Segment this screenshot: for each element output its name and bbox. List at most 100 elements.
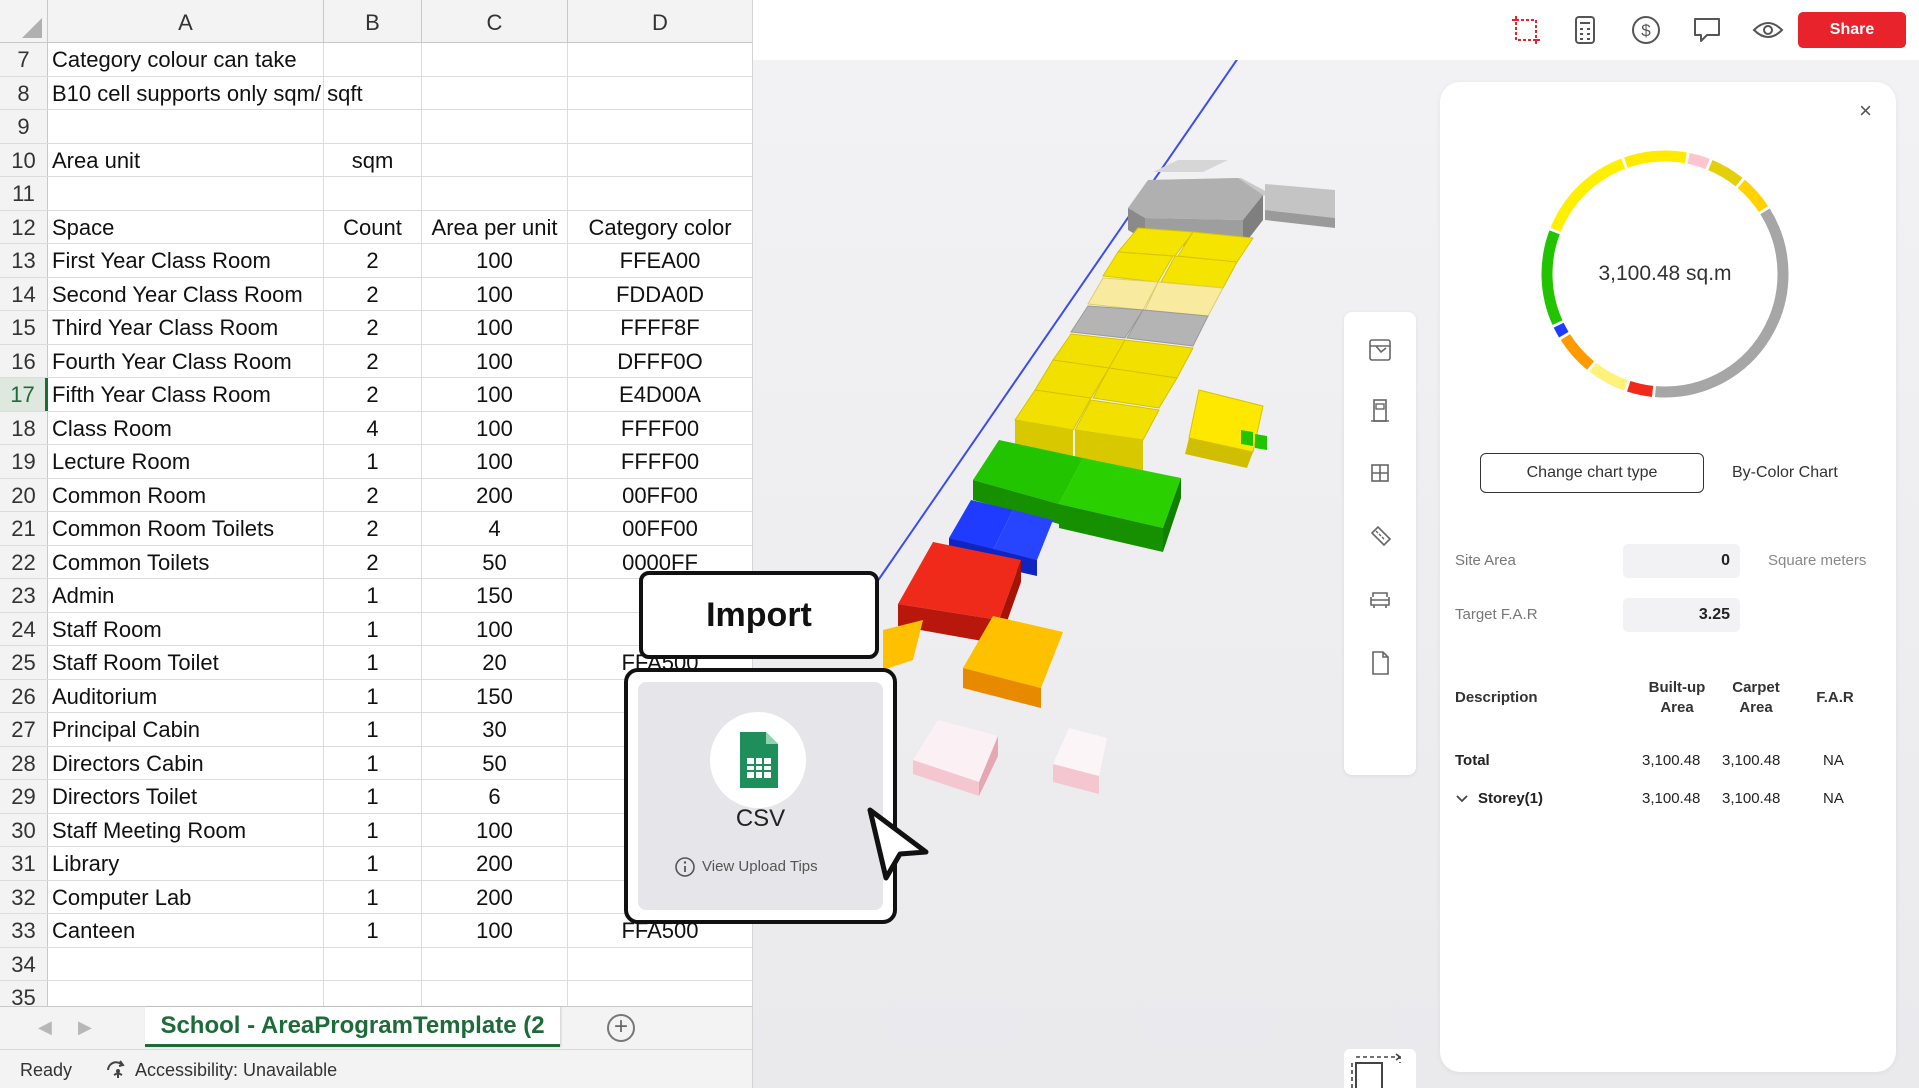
cell-d[interactable]: Category color — [568, 211, 752, 244]
cell-c[interactable]: 20 — [422, 646, 568, 679]
cell-b[interactable]: 1 — [324, 713, 422, 746]
row-number[interactable]: 31 — [0, 847, 48, 880]
door-icon[interactable] — [1367, 398, 1393, 424]
select-all-corner[interactable] — [0, 0, 48, 43]
view-upload-tips-link[interactable]: View Upload Tips — [702, 858, 818, 875]
cell-b[interactable]: sqm — [324, 143, 422, 176]
row-number[interactable]: 26 — [0, 679, 48, 712]
cell-c[interactable]: 200 — [422, 478, 568, 511]
row-number[interactable]: 20 — [0, 478, 48, 511]
cell-b[interactable] — [324, 76, 422, 109]
cell-a[interactable]: Staff Meeting Room — [48, 813, 324, 846]
cell-b[interactable]: 1 — [324, 813, 422, 846]
cell-d[interactable] — [568, 43, 752, 76]
cell-b[interactable]: 2 — [324, 311, 422, 344]
row-number[interactable]: 9 — [0, 110, 48, 143]
cell-a[interactable]: Common Room Toilets — [48, 512, 324, 545]
cell-d[interactable]: FFFF00 — [568, 445, 752, 478]
cell-d[interactable]: FFEA00 — [568, 244, 752, 277]
cell-b[interactable]: Count — [324, 210, 422, 243]
cell-a[interactable]: First Year Class Room — [48, 244, 324, 277]
cell-a[interactable]: Auditorium — [48, 679, 324, 712]
donut-segment[interactable] — [1708, 159, 1743, 187]
row-number[interactable]: 15 — [0, 311, 48, 344]
cell-c[interactable]: Area per unit — [422, 210, 568, 243]
cell-c[interactable]: 50 — [422, 545, 568, 578]
donut-segment[interactable] — [1687, 153, 1710, 170]
cell-a[interactable]: Admin — [48, 579, 324, 612]
calculator-icon[interactable] — [1569, 14, 1601, 46]
cell-a[interactable]: Second Year Class Room — [48, 277, 324, 310]
status-accessibility-text[interactable]: Accessibility: Unavailable — [135, 1060, 337, 1081]
cell-c[interactable]: 100 — [422, 344, 568, 377]
cell-b[interactable] — [324, 177, 422, 210]
row-number[interactable]: 27 — [0, 713, 48, 746]
cell-a[interactable]: Staff Room Toilet — [48, 646, 324, 679]
cell-c[interactable]: 100 — [422, 813, 568, 846]
cell-c[interactable]: 100 — [422, 244, 568, 277]
cell-a[interactable] — [48, 947, 324, 980]
cell-a[interactable]: Category colour can take — [48, 43, 324, 76]
cell-c[interactable]: 150 — [422, 579, 568, 612]
measure-icon[interactable] — [1367, 524, 1393, 550]
box-icon[interactable] — [1367, 337, 1393, 363]
import-csv-card[interactable]: CSV View Upload Tips — [638, 682, 883, 910]
row-number[interactable]: 13 — [0, 244, 48, 277]
cell-a[interactable] — [48, 177, 324, 210]
cell-d[interactable]: 00FF00 — [568, 512, 752, 545]
cell-d[interactable]: FFFF00 — [568, 412, 752, 445]
cell-b[interactable]: 1 — [324, 847, 422, 880]
cell-b[interactable]: 2 — [324, 512, 422, 545]
cell-a[interactable] — [48, 110, 324, 143]
cell-c[interactable]: 100 — [422, 612, 568, 645]
accessibility-icon[interactable] — [104, 1058, 130, 1080]
cell-c[interactable]: 100 — [422, 914, 568, 947]
donut-segment[interactable] — [1553, 322, 1569, 338]
cell-a[interactable]: Directors Cabin — [48, 746, 324, 779]
cell-a[interactable]: Library — [48, 847, 324, 880]
cell-b[interactable]: 1 — [324, 880, 422, 913]
donut-segment[interactable] — [1589, 362, 1628, 391]
donut-segment[interactable] — [1560, 334, 1595, 370]
cell-b[interactable]: 1 — [324, 445, 422, 478]
site-area-input[interactable]: 0 — [1623, 544, 1740, 578]
cell-b[interactable]: 2 — [324, 378, 422, 411]
donut-segment[interactable] — [1737, 179, 1769, 213]
row-number[interactable]: 30 — [0, 813, 48, 846]
cell-a[interactable]: Computer Lab — [48, 880, 324, 913]
cell-a[interactable]: B10 cell supports only sqm/ sqft — [48, 76, 363, 109]
by-color-chart-label[interactable]: By-Color Chart — [1732, 464, 1838, 482]
cell-b[interactable] — [324, 43, 422, 76]
row-number[interactable]: 8 — [0, 76, 48, 109]
row-number[interactable]: 33 — [0, 914, 48, 947]
eye-icon[interactable] — [1752, 14, 1784, 46]
cell-b[interactable]: 1 — [324, 612, 422, 645]
cell-d[interactable] — [568, 948, 752, 981]
cell-c[interactable]: 30 — [422, 713, 568, 746]
cell-c[interactable] — [422, 76, 568, 109]
cell-d[interactable]: E4D00A — [568, 378, 752, 411]
cell-a[interactable]: Common Room — [48, 478, 324, 511]
crop-icon[interactable] — [1510, 14, 1542, 46]
comment-icon[interactable] — [1691, 14, 1723, 46]
change-chart-type-button[interactable]: Change chart type — [1480, 453, 1704, 493]
cell-c[interactable] — [422, 110, 568, 143]
column-header-d[interactable]: D — [568, 0, 752, 43]
cell-a[interactable]: Fifth Year Class Room — [48, 378, 324, 411]
cell-b[interactable]: 1 — [324, 914, 422, 947]
row-number[interactable]: 17 — [0, 378, 48, 411]
cell-d[interactable]: 00FF00 — [568, 479, 752, 512]
chevron-down-icon[interactable] — [1455, 794, 1469, 804]
cell-b[interactable] — [324, 947, 422, 980]
cell-c[interactable]: 6 — [422, 780, 568, 813]
cell-a[interactable]: Common Toilets — [48, 545, 324, 578]
prev-sheet-icon[interactable]: ◀ — [38, 1017, 52, 1038]
cell-b[interactable]: 2 — [324, 545, 422, 578]
cell-a[interactable]: Area unit — [48, 143, 324, 176]
row-number[interactable]: 10 — [0, 143, 48, 176]
cell-d[interactable] — [568, 77, 752, 110]
cell-c[interactable]: 200 — [422, 880, 568, 913]
sofa-icon[interactable] — [1367, 586, 1393, 612]
view-frame-tool[interactable] — [1344, 1049, 1416, 1088]
cell-b[interactable]: 1 — [324, 579, 422, 612]
